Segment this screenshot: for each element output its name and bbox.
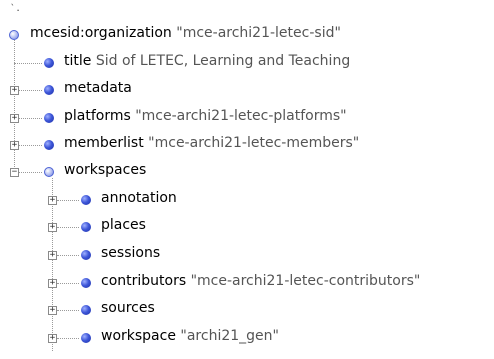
node-value: "mce-archi21-letec-platforms" (135, 108, 347, 124)
expand-icon[interactable]: + (48, 223, 57, 232)
element-icon (44, 58, 54, 68)
tree-connector (57, 338, 79, 339)
element-icon (81, 250, 91, 260)
tree-node-metadata[interactable]: + metadata (0, 77, 494, 103)
collapse-marker-icon: `. (10, 4, 21, 14)
node-name: memberlist (64, 135, 144, 151)
node-name: workspaces (64, 162, 147, 178)
expand-icon[interactable]: + (48, 196, 57, 205)
node-name: annotation (101, 190, 177, 206)
expand-icon[interactable]: + (48, 279, 57, 288)
node-name: workspace (101, 328, 176, 344)
node-name: sources (101, 300, 155, 316)
tree-connector (57, 200, 79, 201)
node-name: metadata (64, 80, 132, 96)
node-name: mcesid:organization (30, 25, 172, 41)
node-value: Sid of LETEC, Learning and Teaching (95, 53, 351, 69)
expand-icon[interactable]: + (10, 141, 19, 150)
node-name: sessions (101, 245, 161, 261)
node-value: "archi21_gen" (180, 328, 279, 344)
node-name: title (64, 53, 92, 69)
tree-connector (57, 310, 79, 311)
tree-connector (57, 255, 79, 256)
element-icon (44, 85, 54, 95)
node-value: "mce-archi21-letec-members" (148, 135, 360, 151)
tree-node-workspaces[interactable]: − workspaces (0, 159, 494, 185)
node-name: places (101, 217, 146, 233)
tree-node-title[interactable]: title Sid of LETEC, Learning and Teachin… (0, 50, 494, 76)
node-value: "mce-archi21-letec-contributors" (190, 273, 421, 289)
node-value: "mce-archi21-letec-sid" (176, 25, 341, 41)
xml-tree-view: `. mcesid:organization "mce-archi21-lete… (0, 0, 494, 359)
element-open-icon (9, 30, 19, 40)
expand-icon[interactable]: + (48, 334, 57, 343)
element-icon (81, 333, 91, 343)
element-icon (81, 305, 91, 315)
tree-connector (57, 227, 79, 228)
element-icon (81, 278, 91, 288)
element-icon (44, 113, 54, 123)
node-name: contributors (101, 273, 187, 289)
expand-icon[interactable]: + (10, 114, 19, 123)
expand-icon[interactable]: + (48, 251, 57, 260)
tree-connector (57, 283, 79, 284)
tree-node-platforms[interactable]: + platforms "mce-archi21-letec-platforms… (0, 105, 494, 131)
expand-icon[interactable]: + (48, 306, 57, 315)
element-icon (81, 222, 91, 232)
expand-icon[interactable]: + (10, 86, 19, 95)
element-icon (44, 140, 54, 150)
collapse-icon[interactable]: − (10, 168, 19, 177)
tree-node-memberlist[interactable]: + memberlist "mce-archi21-letec-members" (0, 132, 494, 158)
element-open-icon (44, 167, 54, 177)
element-icon (81, 195, 91, 205)
node-name: platforms (64, 108, 131, 124)
tree-node-root[interactable]: mcesid:organization "mce-archi21-letec-s… (0, 22, 494, 48)
